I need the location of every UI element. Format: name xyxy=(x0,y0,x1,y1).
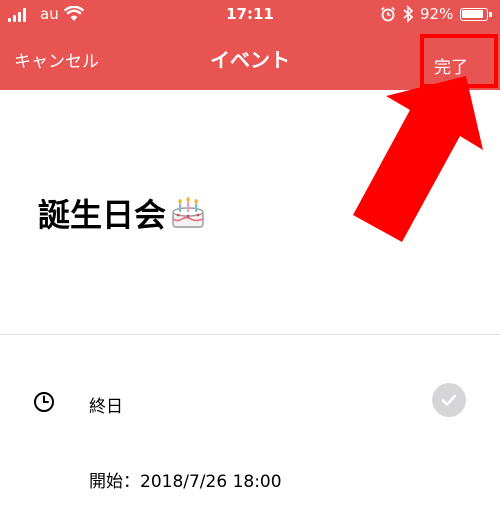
all-day-toggle[interactable] xyxy=(432,383,466,417)
all-day-label: 終日 xyxy=(89,397,123,417)
clock-icon xyxy=(34,392,54,412)
cake-icon xyxy=(172,197,204,228)
section-divider xyxy=(0,334,500,335)
event-title[interactable]: 誕生日会 xyxy=(38,190,206,236)
checkmark-icon xyxy=(441,394,457,406)
start-datetime[interactable]: 開始：2018/7/26 18:00 xyxy=(89,467,282,492)
event-title-text: 誕生日会 xyxy=(38,196,167,234)
red-arrow-annotation xyxy=(353,76,483,242)
